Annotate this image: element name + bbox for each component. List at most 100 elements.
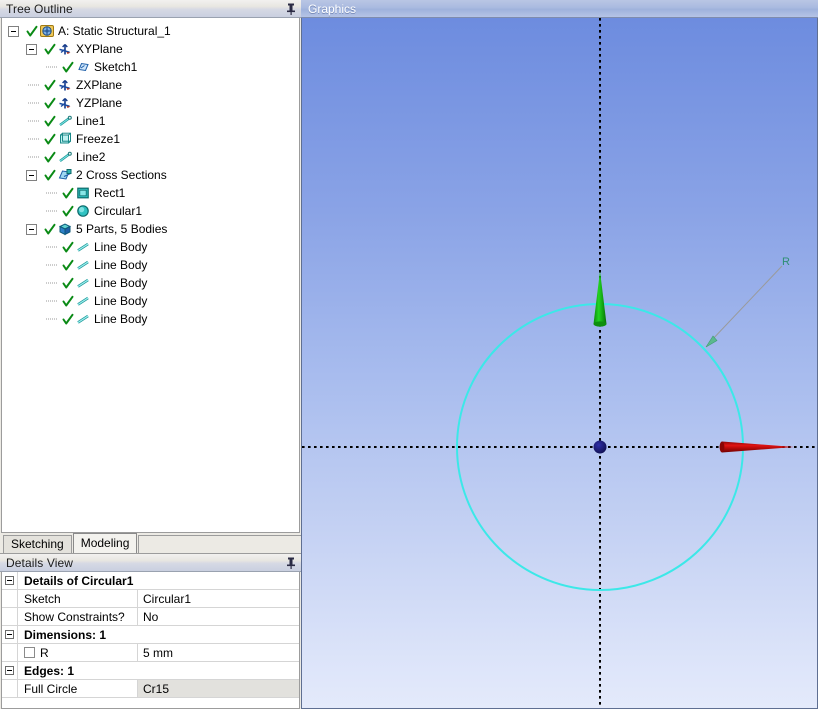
- tree-connector: [26, 76, 44, 94]
- details-row-gutter: [2, 608, 18, 625]
- tree-item[interactable]: YZPlane: [2, 94, 299, 112]
- tree-item[interactable]: A: Static Structural_1: [2, 22, 299, 40]
- line-body-icon: [75, 293, 91, 309]
- x-axis-arrow: [719, 441, 794, 453]
- tree-item[interactable]: Freeze1: [2, 130, 299, 148]
- tree-item-label: 5 Parts, 5 Bodies: [76, 222, 168, 236]
- details-property-value[interactable]: Cr15: [138, 680, 299, 697]
- details-property-name: Edges: 1: [18, 662, 299, 679]
- details-property-grid[interactable]: Details of Circular1 Sketch Circular1 Show …: [1, 572, 300, 709]
- tree-item-check-icon: [26, 25, 38, 38]
- collapse-icon[interactable]: [5, 630, 14, 639]
- plane-axes-icon: [57, 41, 73, 57]
- tree-connector: [44, 58, 62, 76]
- details-property-value[interactable]: Circular1: [138, 590, 299, 607]
- tree-item[interactable]: 2 Cross Sections: [2, 166, 299, 184]
- tree-item[interactable]: ZXPlane: [2, 76, 299, 94]
- collapse-icon[interactable]: [8, 25, 19, 37]
- plane-axes-icon: [57, 95, 73, 111]
- details-row-gutter[interactable]: [2, 572, 18, 589]
- origin-point[interactable]: [593, 440, 607, 454]
- tree-item[interactable]: Sketch1: [2, 58, 299, 76]
- tree-item-check-icon: [62, 277, 74, 290]
- details-property-row[interactable]: Show Constraints? No: [2, 608, 299, 626]
- collapse-icon[interactable]: [5, 666, 14, 675]
- model-tree[interactable]: A: Static Structural_1 XYPlane Sketch1 ZXPl…: [2, 18, 299, 328]
- tree-item-label: Line Body: [94, 258, 148, 272]
- tree-item-check-icon: [44, 133, 56, 146]
- radius-dimension-leader[interactable]: [705, 265, 783, 348]
- tree-outline-title: Tree Outline: [6, 1, 73, 16]
- tree-item-label: Rect1: [94, 186, 126, 200]
- tree-item-label: Freeze1: [76, 132, 121, 146]
- tree-connector: [44, 256, 62, 274]
- tree-item[interactable]: XYPlane: [2, 40, 299, 58]
- tree-item[interactable]: Circular1: [2, 202, 299, 220]
- details-view-title-bar: Details View: [0, 554, 301, 572]
- tree-item-label: YZPlane: [76, 96, 123, 110]
- details-row-gutter: [2, 590, 18, 607]
- tree-item-label: A: Static Structural_1: [58, 24, 171, 38]
- tree-item-check-icon: [62, 295, 74, 308]
- graphics-title-bar: Graphics: [301, 0, 818, 18]
- tree-item-check-icon: [44, 151, 56, 164]
- tree-scroll-area[interactable]: A: Static Structural_1 XYPlane Sketch1 ZXPl…: [1, 18, 300, 533]
- details-row-gutter[interactable]: [2, 662, 18, 679]
- details-group-row[interactable]: Edges: 1: [2, 662, 299, 680]
- project-model-icon: [39, 23, 55, 39]
- details-property-name: Dimensions: 1: [18, 626, 299, 643]
- tree-item[interactable]: Line Body: [2, 292, 299, 310]
- collapse-icon[interactable]: [26, 223, 37, 235]
- details-group-row[interactable]: Dimensions: 1: [2, 626, 299, 644]
- tab-sketching-label: Sketching: [11, 537, 64, 551]
- tab-modeling[interactable]: Modeling: [72, 533, 138, 553]
- details-group-row[interactable]: Details of Circular1: [2, 572, 299, 590]
- graphics-viewport[interactable]: R: [301, 18, 818, 709]
- sketching-modeling-tab-strip[interactable]: Sketching Modeling: [0, 533, 301, 554]
- tree-connector: [44, 184, 62, 202]
- tree-item[interactable]: Line Body: [2, 238, 299, 256]
- tree-item-check-icon: [44, 223, 56, 236]
- tree-item[interactable]: Line Body: [2, 310, 299, 328]
- tree-connector: [26, 112, 44, 130]
- tree-item[interactable]: Line Body: [2, 274, 299, 292]
- graphics-title: Graphics: [308, 1, 357, 16]
- line-body-icon: [75, 275, 91, 291]
- details-property-row[interactable]: R 5 mm: [2, 644, 299, 662]
- dimension-checkbox[interactable]: [24, 647, 35, 658]
- details-property-row[interactable]: Full Circle Cr15: [2, 680, 299, 698]
- details-property-name: Full Circle: [18, 680, 138, 697]
- details-property-value[interactable]: 5 mm: [138, 644, 299, 661]
- details-property-name-text: Edges: 1: [24, 663, 75, 678]
- tree-item[interactable]: 5 Parts, 5 Bodies: [2, 220, 299, 238]
- details-property-name: Show Constraints?: [18, 608, 138, 625]
- tree-item[interactable]: Line Body: [2, 256, 299, 274]
- radius-dimension-label[interactable]: R: [782, 256, 790, 268]
- collapse-icon[interactable]: [26, 169, 37, 181]
- tree-item-check-icon: [62, 259, 74, 272]
- details-row-gutter[interactable]: [2, 626, 18, 643]
- details-property-name-text: Full Circle: [24, 681, 78, 696]
- tab-modeling-label: Modeling: [80, 536, 130, 550]
- tab-sketching[interactable]: Sketching: [3, 535, 72, 553]
- collapse-icon[interactable]: [5, 576, 14, 585]
- tree-item-label: Line Body: [94, 294, 148, 308]
- tree-item-label: Line Body: [94, 276, 148, 290]
- details-property-value[interactable]: No: [138, 608, 299, 625]
- tree-item-label: Line Body: [94, 312, 148, 326]
- collapse-icon[interactable]: [26, 43, 37, 55]
- tree-item[interactable]: Line1: [2, 112, 299, 130]
- details-property-row[interactable]: Sketch Circular1: [2, 590, 299, 608]
- pushpin-icon[interactable]: [284, 556, 298, 570]
- pushpin-icon[interactable]: [284, 2, 298, 16]
- tree-item[interactable]: Line2: [2, 148, 299, 166]
- graphics-panel: Graphics R: [301, 0, 818, 709]
- details-row-gutter: [2, 644, 18, 661]
- tree-item[interactable]: Rect1: [2, 184, 299, 202]
